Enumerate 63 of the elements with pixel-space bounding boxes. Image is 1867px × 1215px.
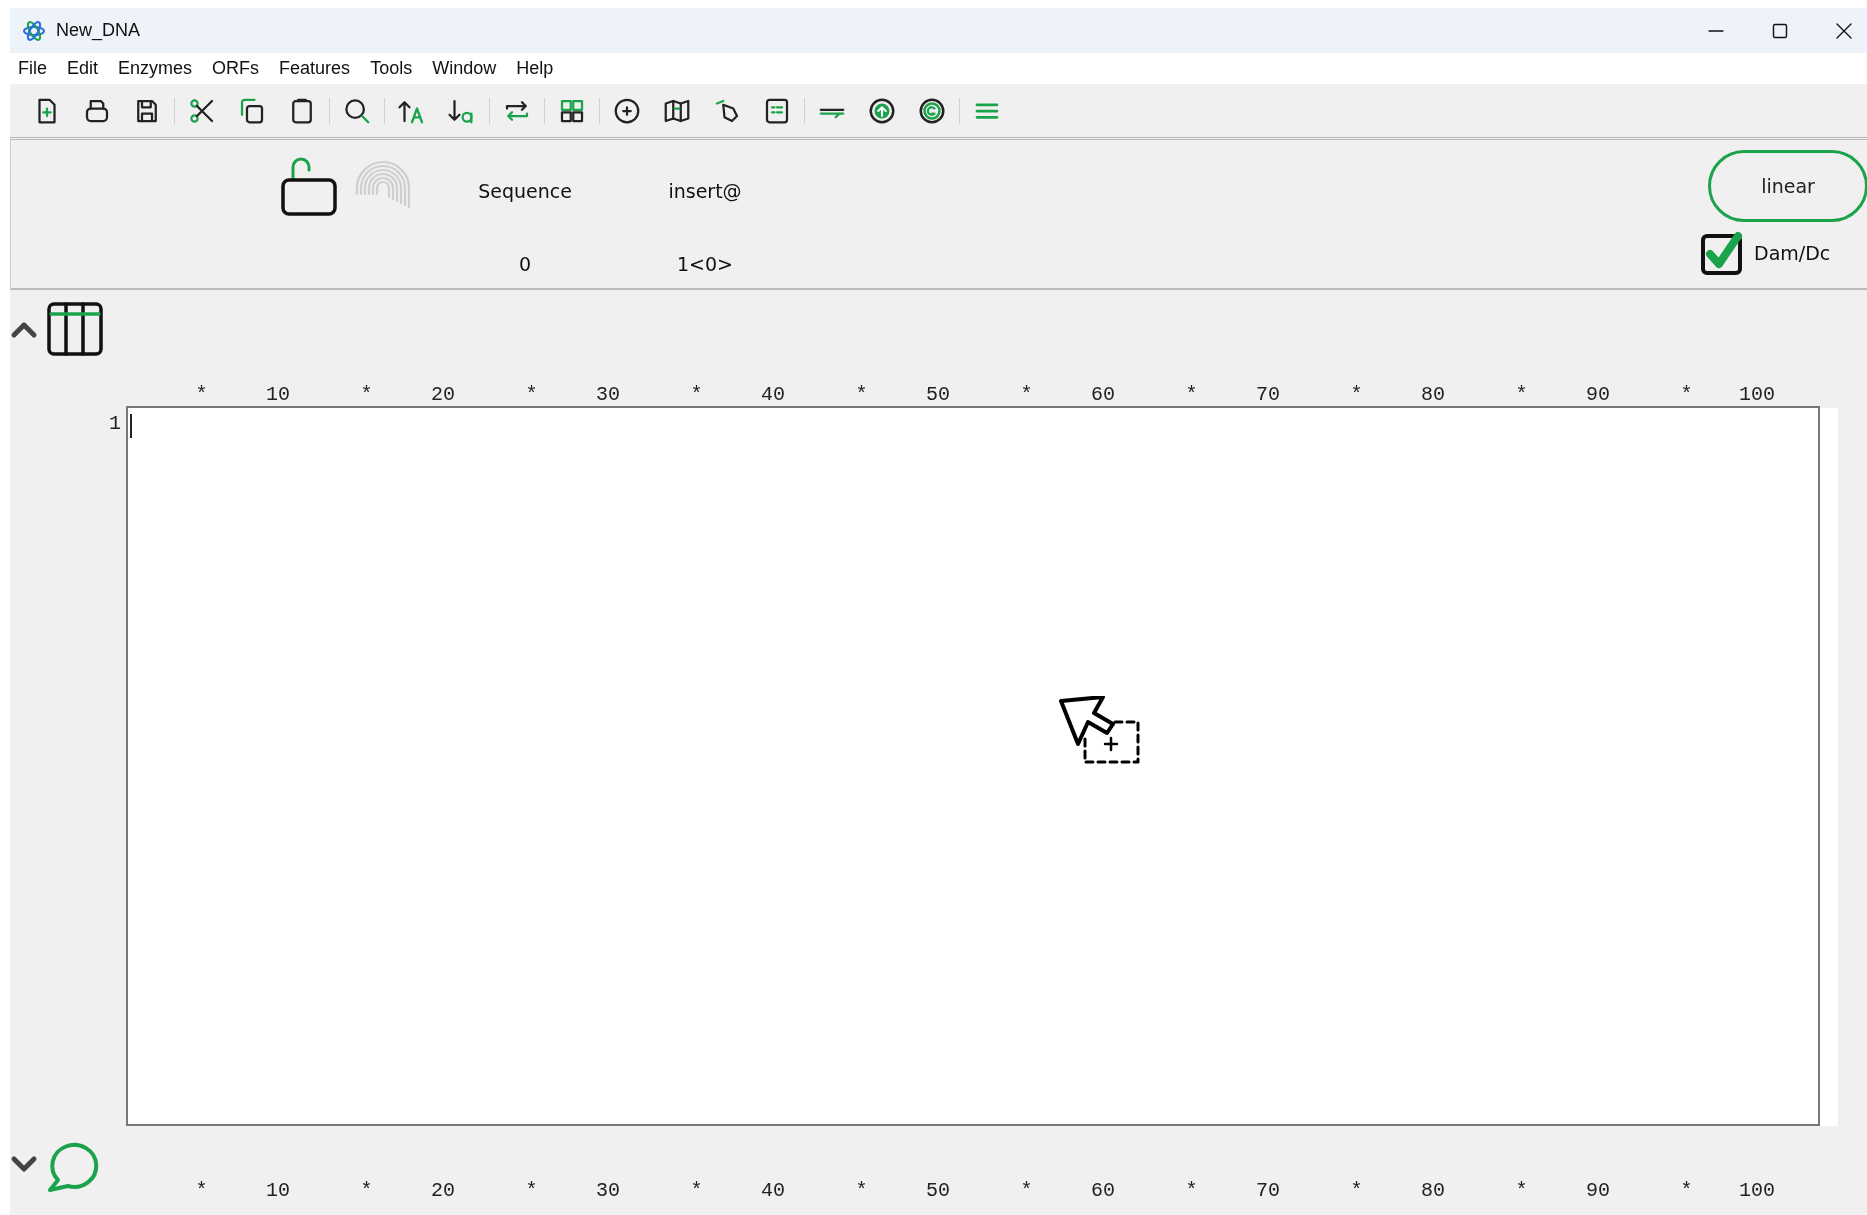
menu-item[interactable]: File: [18, 58, 47, 79]
field-label: Sequence: [477, 179, 573, 204]
ruler-label: *: [1349, 383, 1363, 406]
topology-button[interactable]: linear: [1708, 150, 1867, 222]
ruler-label: *: [1019, 1179, 1033, 1202]
ruler-label: *: [524, 383, 538, 406]
ruler-label: 60: [1090, 1179, 1115, 1202]
ruler-label: *: [1184, 383, 1198, 406]
ruler-label: *: [359, 1179, 373, 1202]
ruler-label: 10: [265, 1179, 290, 1202]
ruler-label: *: [1679, 1179, 1693, 1202]
ruler-label: 70: [1255, 1179, 1280, 1202]
ruler-label: 100: [1738, 1179, 1775, 1202]
ruler-label: 40: [760, 1179, 785, 1202]
ruler-label: 40: [760, 383, 785, 406]
line-number: 1: [109, 412, 121, 435]
ruler-label: *: [854, 1179, 868, 1202]
ruler-label: *: [1349, 1179, 1363, 1202]
text-cursor: [130, 414, 132, 438]
checkbox-label: Dam/Dc: [1754, 242, 1831, 264]
ruler-label: 20: [430, 383, 455, 406]
menu-item[interactable]: Help: [516, 58, 554, 79]
menu-item[interactable]: ORFs: [212, 58, 260, 79]
ruler-label: *: [1679, 383, 1693, 406]
ruler-label: *: [854, 383, 868, 406]
menu-item[interactable]: Edit: [67, 58, 99, 79]
app-icon: [22, 18, 46, 43]
field-value: 1<0>: [676, 252, 734, 277]
ruler-label: 60: [1090, 383, 1115, 406]
ruler-label: 100: [1738, 383, 1775, 406]
ruler-label: 70: [1255, 383, 1280, 406]
chevron-up-icon[interactable]: [10, 319, 38, 339]
window-title: New_DNA: [56, 20, 141, 41]
field-label: insert@: [667, 179, 743, 204]
chevron-down-icon[interactable]: [10, 1155, 38, 1175]
ruler-label: *: [1184, 1179, 1198, 1202]
ruler-label: *: [689, 1179, 703, 1202]
ruler-label: *: [689, 383, 703, 406]
ruler-label: 50: [925, 383, 950, 406]
menu-item[interactable]: Window: [432, 58, 497, 79]
ruler-label: *: [1514, 383, 1528, 406]
menu-item[interactable]: Enzymes: [118, 58, 193, 79]
ruler-label: 50: [925, 1179, 950, 1202]
ruler-label: 80: [1420, 1179, 1445, 1202]
close-button[interactable]: [1835, 21, 1853, 40]
ruler-label: 30: [595, 383, 620, 406]
ruler-label: *: [194, 383, 208, 406]
ruler-label: *: [194, 1179, 208, 1202]
ruler-label: 90: [1585, 383, 1610, 406]
maximize-button[interactable]: [1771, 21, 1789, 40]
ruler-label: 80: [1420, 383, 1445, 406]
table-icon[interactable]: [46, 301, 104, 357]
ruler-label: *: [1019, 383, 1033, 406]
field-value: 0: [517, 252, 533, 277]
ruler-label: 90: [1585, 1179, 1610, 1202]
ruler-label: *: [524, 1179, 538, 1202]
ruler-label: 20: [430, 1179, 455, 1202]
menu-item[interactable]: Tools: [370, 58, 413, 79]
ruler-label: *: [359, 383, 373, 406]
ruler-label: 30: [595, 1179, 620, 1202]
menu-item[interactable]: Features: [279, 58, 351, 79]
ruler-label: *: [1514, 1179, 1528, 1202]
ruler-label: 10: [265, 383, 290, 406]
